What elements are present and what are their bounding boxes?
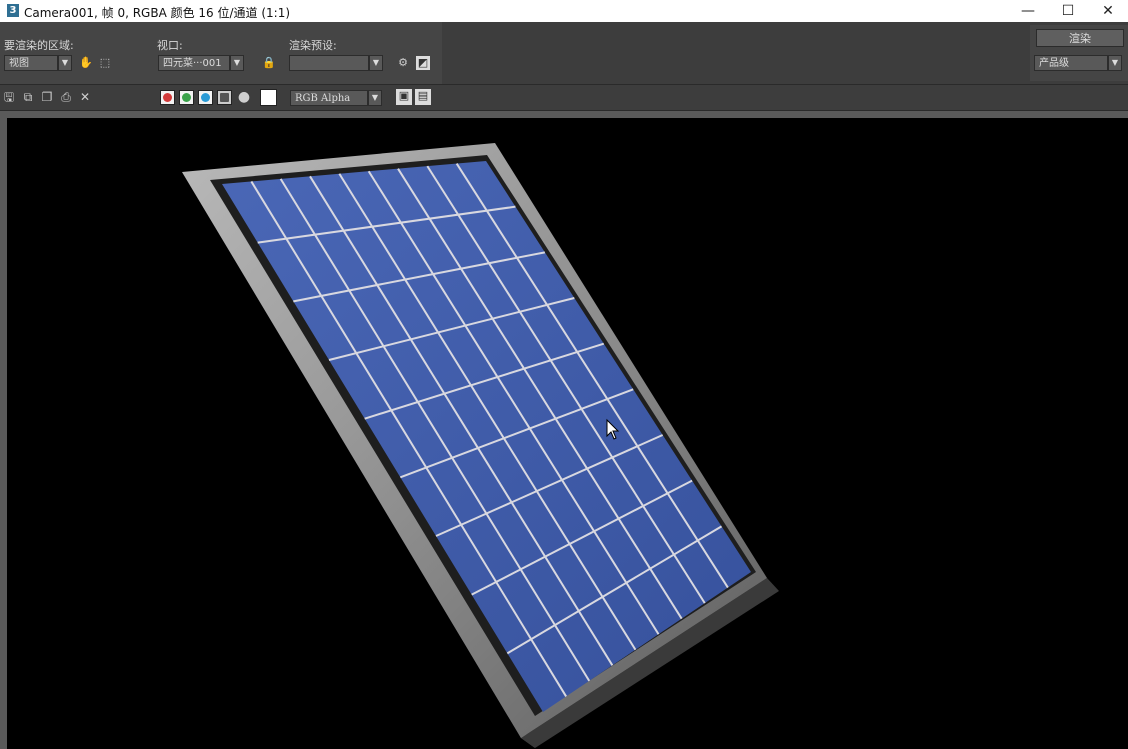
area-to-render-label: 要渲染的区域: bbox=[4, 39, 74, 52]
copy-icon[interactable]: ⧉ bbox=[21, 90, 35, 104]
render-quality-dropdown[interactable]: 产品级 bbox=[1034, 55, 1108, 71]
viewport-dropdown[interactable]: 四元菜···001 bbox=[158, 55, 230, 71]
channel-dropdown-chevron-icon[interactable]: ▼ bbox=[368, 90, 382, 106]
alpha-channel-toggle[interactable] bbox=[217, 90, 232, 105]
hand-icon[interactable]: ✋ bbox=[79, 56, 93, 70]
save-icon[interactable]: 🖫 bbox=[2, 90, 16, 104]
green-channel-toggle[interactable] bbox=[179, 90, 194, 105]
red-channel-toggle[interactable] bbox=[160, 90, 175, 105]
viewport-label: 视口: bbox=[157, 39, 183, 52]
blue-channel-toggle[interactable] bbox=[198, 90, 213, 105]
rendered-frame-viewport[interactable] bbox=[7, 118, 1128, 749]
frame-buffer-toolbar: 🖫 ⧉ ❐ ⎙ ✕ ● RGB Alpha ▼ ▣ ▤ bbox=[0, 85, 1128, 111]
toggle-ui-overlay-icon[interactable]: ▣ bbox=[396, 89, 412, 105]
quality-dropdown-chevron-icon[interactable]: ▼ bbox=[1108, 55, 1122, 71]
close-button[interactable]: ✕ bbox=[1088, 0, 1128, 22]
red-channel-icon bbox=[163, 93, 172, 102]
render-preset-dropdown[interactable] bbox=[289, 55, 369, 71]
lock-icon[interactable]: 🔒 bbox=[262, 56, 276, 70]
monochrome-icon[interactable]: ● bbox=[237, 90, 251, 104]
color-swatch[interactable] bbox=[260, 89, 277, 106]
minimize-button[interactable]: — bbox=[1008, 0, 1048, 22]
green-channel-icon bbox=[182, 93, 191, 102]
window-title: Camera001, 帧 0, RGBA 颜色 16 位/通道 (1:1) bbox=[24, 6, 291, 20]
clear-icon[interactable]: ✕ bbox=[78, 90, 92, 104]
rendered-image bbox=[182, 143, 779, 748]
preset-dropdown-chevron-icon[interactable]: ▼ bbox=[369, 55, 383, 71]
app-icon: 3 bbox=[7, 4, 19, 17]
render-setup-toolbar: 要渲染的区域: 视图 ▼ ✋ ⬚ 视口: 四元菜···001 ▼ 🔒 渲染预设:… bbox=[0, 22, 1128, 85]
channel-display-dropdown[interactable]: RGB Alpha bbox=[290, 90, 368, 106]
alpha-channel-icon bbox=[220, 93, 229, 102]
maximize-button[interactable]: ☐ bbox=[1048, 0, 1088, 22]
environment-effects-icon[interactable]: ◩ bbox=[416, 56, 430, 70]
viewport-dropdown-chevron-icon[interactable]: ▼ bbox=[230, 55, 244, 71]
blue-channel-icon bbox=[201, 93, 210, 102]
render-button[interactable]: 渲染 bbox=[1036, 29, 1124, 47]
area-to-render-dropdown[interactable]: 视图 bbox=[4, 55, 58, 71]
clone-window-icon[interactable]: ❐ bbox=[40, 90, 54, 104]
region-select-icon[interactable]: ⬚ bbox=[98, 56, 112, 70]
title-bar: 3 Camera001, 帧 0, RGBA 颜色 16 位/通道 (1:1) … bbox=[0, 0, 1128, 22]
print-icon[interactable]: ⎙ bbox=[59, 90, 73, 104]
area-dropdown-chevron-icon[interactable]: ▼ bbox=[58, 55, 72, 71]
render-preset-label: 渲染预设: bbox=[289, 39, 337, 52]
render-setup-icon[interactable]: ⚙ bbox=[396, 56, 410, 70]
frame-viewport-border bbox=[0, 111, 1128, 749]
toggle-ui-icon[interactable]: ▤ bbox=[415, 89, 431, 105]
render-setup-panel: 要渲染的区域: 视图 ▼ ✋ ⬚ 视口: 四元菜···001 ▼ 🔒 渲染预设:… bbox=[0, 22, 442, 84]
